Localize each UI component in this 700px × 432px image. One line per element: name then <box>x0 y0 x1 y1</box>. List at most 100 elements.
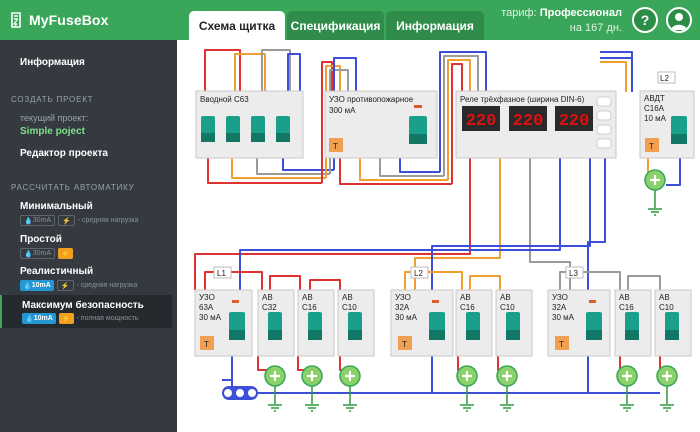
bolt-icon: ⚡ <box>56 280 74 291</box>
phase-label: L1 <box>217 269 226 278</box>
calc-option-desc: - средняя нагрузка <box>77 217 139 224</box>
plus-circle-icon[interactable] <box>496 365 518 387</box>
help-icon: ? <box>640 12 650 28</box>
svg-text:32А: 32А <box>395 303 410 312</box>
svg-text:С10: С10 <box>659 303 674 312</box>
bolt-icon: ⚡ <box>58 248 73 259</box>
main-switch[interactable]: Вводной С63 <box>195 90 304 159</box>
calc-option-simple[interactable]: Простой 💧 30mA ⚡ <box>0 234 172 262</box>
breaker[interactable]: АВ С32 <box>257 289 295 357</box>
breaker[interactable]: АВ С16 <box>455 289 493 357</box>
svg-text:АВ: АВ <box>302 293 313 302</box>
plus-circle-icon[interactable] <box>264 365 286 387</box>
calc-option-minimal[interactable]: Минимальный 💧 30mA ⚡ - средняя нагрузка <box>0 201 172 229</box>
wiring-diagram: Вводной С63 УЗО противопожарное 300 мА T… <box>194 49 695 412</box>
svg-text:10 мА: 10 мА <box>644 114 667 123</box>
user-avatar[interactable] <box>666 7 692 33</box>
phase-label: L2 <box>660 74 669 83</box>
breaker[interactable]: АВ С10 <box>654 289 692 357</box>
svg-text:T: T <box>402 340 407 349</box>
plus-circle-icon[interactable] <box>656 365 678 387</box>
svg-text:С16: С16 <box>302 303 317 312</box>
bolt-icon: ⚡ <box>58 215 75 226</box>
calc-option-desc: - полная мощность <box>76 315 139 322</box>
plus-circle-icon[interactable] <box>644 169 666 191</box>
tab-specification[interactable]: Спецификация <box>287 11 384 40</box>
neutral-bus-icon <box>222 386 258 400</box>
plus-circle-icon[interactable] <box>301 365 323 387</box>
phase-label: L2 <box>414 269 423 278</box>
svg-text:С16А: С16А <box>644 104 665 113</box>
help-button[interactable]: ? <box>632 7 658 33</box>
relay-title: Реле трёхфазное (ширина DIN-6) <box>460 95 585 104</box>
tariff-info: тариф: Профессионал на 167 дн. <box>501 6 622 36</box>
breaker[interactable]: АВ С10 <box>337 289 375 357</box>
svg-text:220: 220 <box>466 112 497 131</box>
svg-text:30 мА: 30 мА <box>199 313 222 322</box>
current-project-name[interactable]: Simple poject <box>20 126 85 137</box>
app-logo[interactable]: MyFuseBox <box>8 10 108 30</box>
rcd-badge: 💧 10mA <box>20 280 54 291</box>
svg-text:30 мА: 30 мА <box>395 313 418 322</box>
fire-rcd[interactable]: УЗО противопожарное 300 мА T <box>324 90 438 159</box>
rcd[interactable]: УЗО 63А 30 мА T <box>194 289 253 357</box>
rcd[interactable]: УЗО 32А 30 мА T <box>390 289 454 357</box>
svg-text:T: T <box>204 340 209 349</box>
sidebar: Информация СОЗДАТЬ ПРОЕКТ текущий проект… <box>0 40 177 432</box>
calc-option-max-safety[interactable]: Максимум безопасность 💧 10mA ⚡ - полная м… <box>0 295 172 328</box>
svg-text:С32: С32 <box>262 303 277 312</box>
logo-icon <box>11 12 21 28</box>
fire-rcd-title: УЗО противопожарное <box>329 95 414 104</box>
calc-option-title: Максимум безопасность <box>22 300 144 311</box>
plus-circle-icon[interactable] <box>456 365 478 387</box>
create-project-heading: СОЗДАТЬ ПРОЕКТ <box>11 95 94 104</box>
rcd-badge: 💧 10mA <box>22 313 56 324</box>
group-l1: L1 УЗО 63А 30 мА T АВ С32 АВ С16 АВ С10 <box>194 266 375 387</box>
svg-text:С10: С10 <box>342 303 357 312</box>
svg-text:32А: 32А <box>552 303 567 312</box>
breaker[interactable]: АВ С16 <box>614 289 652 357</box>
calc-option-realistic[interactable]: Реалистичный 💧 10mA ⚡ - средняя нагрузка <box>0 266 172 294</box>
svg-text:АВ: АВ <box>460 293 471 302</box>
svg-text:220: 220 <box>559 112 590 131</box>
main-switch-title: Вводной С63 <box>200 95 249 104</box>
svg-text:С16: С16 <box>619 303 634 312</box>
calc-option-title: Простой <box>20 234 62 245</box>
svg-text:АВДТ: АВДТ <box>644 94 665 103</box>
svg-text:АВ: АВ <box>619 293 630 302</box>
svg-text:220: 220 <box>513 112 544 131</box>
rcd-badge: 💧 30mA <box>20 248 56 259</box>
tariff-days: на 167 дн. <box>569 22 622 34</box>
svg-text:УЗО: УЗО <box>395 293 411 302</box>
svg-text:T: T <box>559 340 564 349</box>
svg-text:С16: С16 <box>460 303 475 312</box>
breaker[interactable]: АВ С10 <box>495 289 533 357</box>
tariff-label: тариф: <box>501 7 537 19</box>
breaker[interactable]: АВ С16 <box>297 289 335 357</box>
voltage-display: 220 220 220 <box>462 106 593 131</box>
sidebar-item-information[interactable]: Информация <box>20 57 85 68</box>
svg-text:АВ: АВ <box>342 293 353 302</box>
svg-text:АВ: АВ <box>659 293 670 302</box>
tab-information[interactable]: Информация <box>386 11 484 40</box>
svg-text:30 мА: 30 мА <box>552 313 575 322</box>
rcd[interactable]: УЗО 32А 30 мА T <box>547 289 611 357</box>
calc-option-desc: - средняя нагрузка <box>76 282 138 289</box>
scheme-canvas[interactable]: Вводной С63 УЗО противопожарное 300 мА T… <box>177 40 700 432</box>
tariff-value: Профессионал <box>539 7 622 19</box>
plus-circle-icon[interactable] <box>339 365 361 387</box>
app-name: MyFuseBox <box>29 12 109 28</box>
calc-heading: РАССЧИТАТЬ АВТОМАТИКУ <box>11 183 135 192</box>
current-project-label: текущий проект: <box>20 113 89 123</box>
rcd-test-label: T <box>333 142 338 151</box>
user-icon <box>671 13 687 30</box>
calc-option-title: Минимальный <box>20 201 93 212</box>
svg-text:63А: 63А <box>199 303 214 312</box>
top-bar: MyFuseBox Схема щитка Спецификация Инфор… <box>0 0 700 40</box>
fire-rcd-rating: 300 мА <box>329 106 356 115</box>
avdt[interactable]: L2 АВДТ С16А 10 мА T <box>639 71 695 159</box>
sidebar-item-project-editor[interactable]: Редактор проекта <box>20 148 108 159</box>
tab-scheme[interactable]: Схема щитка <box>189 11 285 40</box>
plus-circle-icon[interactable] <box>616 365 638 387</box>
three-phase-relay[interactable]: Реле трёхфазное (ширина DIN-6) 220 220 2… <box>455 90 617 159</box>
